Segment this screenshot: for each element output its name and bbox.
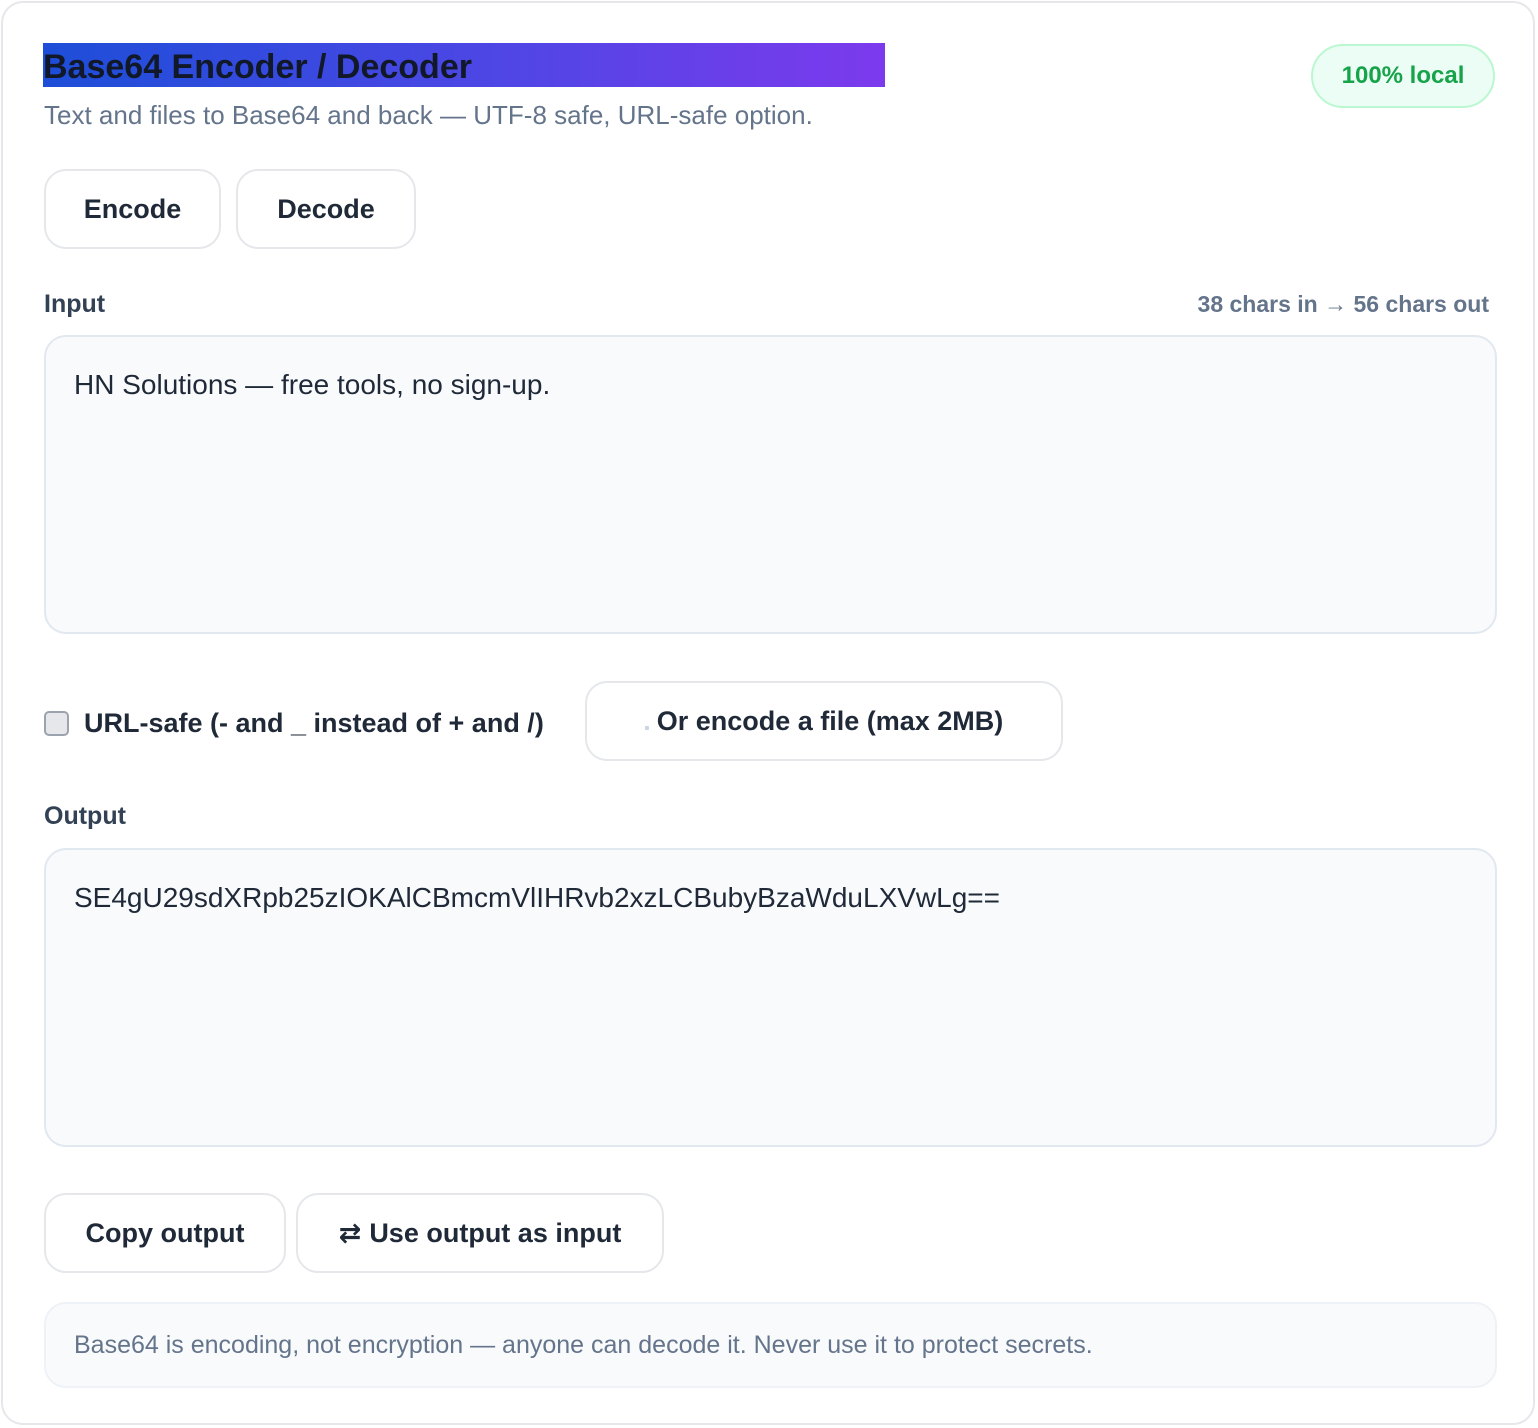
- encode-file-label: Or encode a file (max 2MB): [656, 705, 1004, 736]
- local-badge: 100% local: [1311, 44, 1495, 108]
- encode-button[interactable]: Encode: [44, 169, 221, 249]
- url-safe-label[interactable]: URL-safe (- and _ instead of + and /): [84, 708, 544, 739]
- decode-button[interactable]: Decode: [236, 169, 416, 249]
- output-label: Output: [44, 802, 126, 830]
- input-textarea[interactable]: HN Solutions — free tools, no sign-up.: [44, 335, 1497, 634]
- swap-icon: ⇄: [338, 1217, 362, 1248]
- page-subtitle: Text and files to Base64 and back — UTF-…: [44, 100, 813, 130]
- url-safe-checkbox[interactable]: [44, 710, 69, 736]
- use-output-as-input-button[interactable]: ⇄ Use output as input: [296, 1193, 664, 1273]
- use-output-label: Use output as input: [369, 1217, 622, 1248]
- copy-output-button[interactable]: Copy output: [44, 1193, 286, 1273]
- tool-card: Base64 Encoder / Decoder Text and files …: [1, 1, 1535, 1425]
- security-note: Base64 is encoding, not encryption — any…: [44, 1302, 1497, 1388]
- input-label: Input: [44, 290, 106, 318]
- char-counter: 38 chars in → 56 chars out: [1197, 291, 1489, 317]
- output-textarea[interactable]: SE4gU29sdXRpb25zIOKAlCBmcmVlIHRvb2xzLCBu…: [44, 848, 1497, 1147]
- page-title: Base64 Encoder / Decoder: [43, 43, 885, 87]
- url-safe-option[interactable]: URL-safe (- and _ instead of + and /): [44, 703, 544, 743]
- file-icon: [644, 726, 649, 730]
- encode-file-button[interactable]: Or encode a file (max 2MB): [585, 681, 1063, 761]
